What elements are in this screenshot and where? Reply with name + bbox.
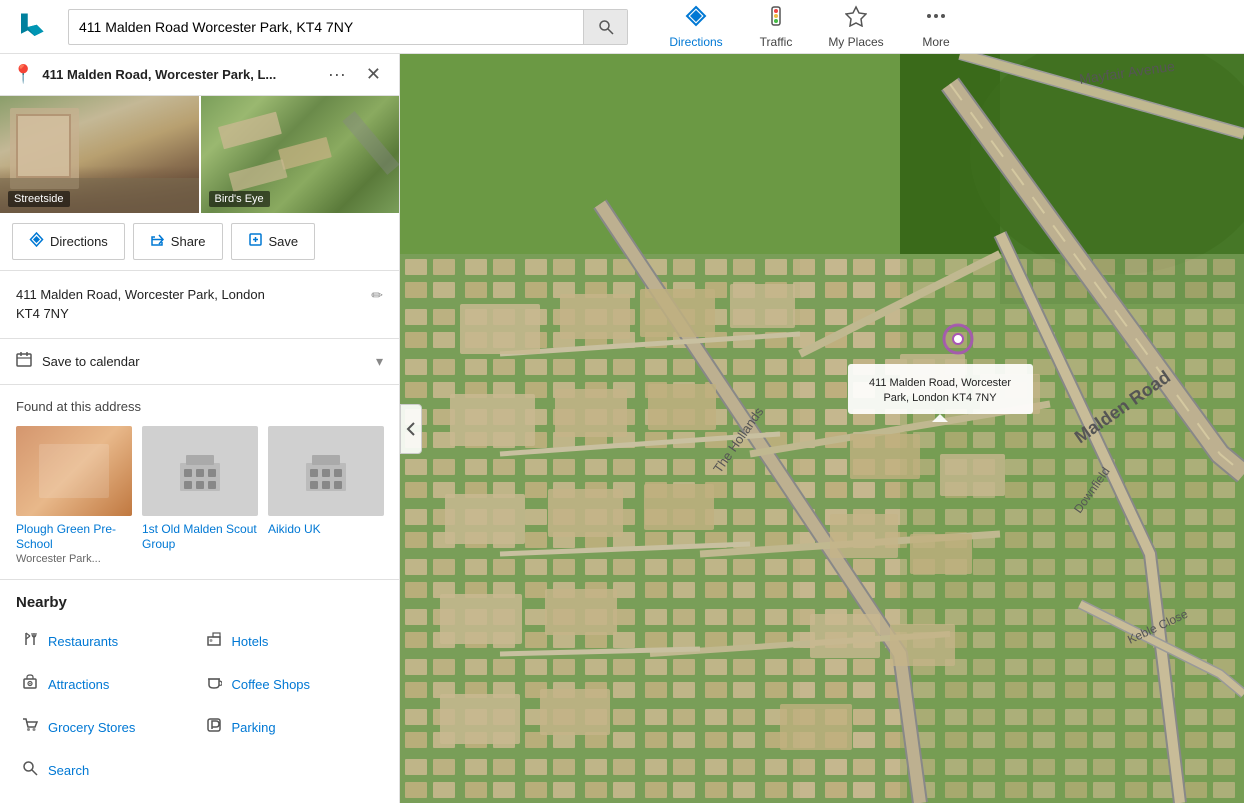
parking-icon (204, 717, 224, 738)
address-line1: 411 Malden Road, Worcester Park, London (16, 287, 265, 302)
search-input[interactable] (69, 19, 583, 35)
grocery-icon (20, 717, 40, 738)
address-line2: KT4 7NY (16, 306, 69, 321)
nearby-item-search[interactable]: Search (16, 752, 200, 789)
nearby-restaurants-label: Restaurants (48, 634, 118, 649)
address-row: 411 Malden Road, Worcester Park, London … (0, 271, 399, 339)
map-roads-svg: Malden Road The Hollands Downfield Keble… (400, 54, 1244, 803)
edit-icon[interactable]: ✏ (371, 287, 383, 304)
location-pin-icon: 📍 (12, 64, 34, 85)
nav-item-traffic[interactable]: Traffic (736, 0, 816, 54)
found-item-plough-green[interactable]: Plough Green Pre-School Worcester Park..… (16, 426, 132, 565)
more-icon (925, 5, 947, 33)
nav-item-directions[interactable]: Directions (656, 0, 736, 54)
nearby-attractions-label: Attractions (48, 677, 109, 692)
location-close-button[interactable]: ✕ (360, 62, 387, 87)
nav-label-more: More (922, 35, 949, 49)
directions-btn-label: Directions (50, 234, 108, 249)
nearby-grocery-label: Grocery Stores (48, 720, 135, 735)
nav-item-my-places[interactable]: My Places (816, 0, 896, 54)
birds-eye-photo[interactable]: Bird's Eye (199, 96, 400, 213)
calendar-row[interactable]: Save to calendar ▾ (0, 339, 399, 385)
calendar-icon (16, 351, 32, 372)
birds-eye-label: Bird's Eye (209, 191, 270, 207)
nearby-title: Nearby (16, 594, 383, 611)
svg-text:Park, London KT4 7NY: Park, London KT4 7NY (883, 392, 997, 404)
directions-button[interactable]: Directions (12, 223, 125, 260)
search-button[interactable] (583, 10, 627, 44)
share-btn-icon (150, 232, 165, 251)
found-item-name-aikido: Aikido UK (268, 522, 321, 538)
nearby-item-parking[interactable]: Parking (200, 709, 384, 746)
search-icon (20, 760, 40, 781)
attractions-icon (20, 674, 40, 695)
directions-icon (685, 5, 707, 33)
share-btn-label: Share (171, 234, 206, 249)
nav-items: Directions Traffic My Places More (656, 0, 976, 54)
collapse-sidebar-button[interactable] (400, 404, 422, 454)
found-item-img-old-malden (142, 426, 258, 516)
restaurants-icon (20, 631, 40, 652)
nearby-section: Nearby Restaurants Hotels (0, 580, 399, 803)
directions-btn-icon (29, 232, 44, 251)
coffee-icon (204, 674, 224, 695)
streetside-label: Streetside (8, 191, 70, 207)
topbar: Directions Traffic My Places More (0, 0, 1244, 54)
streetside-photo[interactable]: Streetside (0, 96, 199, 213)
nav-label-traffic: Traffic (760, 35, 793, 49)
nearby-coffee-label: Coffee Shops (232, 677, 311, 692)
save-btn-icon (248, 232, 263, 251)
my-places-icon (845, 5, 867, 33)
nearby-parking-label: Parking (232, 720, 276, 735)
sidebar: 📍 411 Malden Road, Worcester Park, L... … (0, 54, 400, 803)
nav-item-more[interactable]: More (896, 0, 976, 54)
nav-label-my-places: My Places (828, 35, 883, 49)
nearby-item-restaurants[interactable]: Restaurants (16, 623, 200, 660)
found-item-name-plough-green: Plough Green Pre-School (16, 522, 132, 553)
found-item-name-old-malden: 1st Old Malden Scout Group (142, 522, 258, 553)
found-items: Plough Green Pre-School Worcester Park..… (16, 426, 383, 565)
found-item-aikido[interactable]: Aikido UK (268, 426, 384, 565)
save-button[interactable]: Save (231, 223, 316, 260)
photos-row: Streetside Bird's Eye (0, 96, 399, 213)
found-item-img-plough-green (16, 426, 132, 516)
search-bar (68, 9, 628, 45)
nearby-hotels-label: Hotels (232, 634, 269, 649)
save-btn-label: Save (269, 234, 299, 249)
nearby-grid: Restaurants Hotels Attractions (16, 623, 383, 789)
nav-label-directions: Directions (669, 35, 722, 49)
building-placeholder-old-malden (142, 426, 258, 516)
address-text: 411 Malden Road, Worcester Park, London … (16, 285, 363, 324)
hotels-icon (204, 631, 224, 652)
calendar-text: Save to calendar (42, 354, 376, 369)
traffic-icon (765, 5, 787, 33)
map-background: Malden Road The Hollands Downfield Keble… (400, 54, 1244, 803)
nearby-item-attractions[interactable]: Attractions (16, 666, 200, 703)
nearby-item-hotels[interactable]: Hotels (200, 623, 384, 660)
found-item-img-aikido (268, 426, 384, 516)
location-title: 411 Malden Road, Worcester Park, L... (42, 67, 314, 82)
found-section: Found at this address Plough Green Pre-S… (0, 385, 399, 580)
map-area[interactable]: Malden Road The Hollands Downfield Keble… (400, 54, 1244, 803)
nearby-search-label: Search (48, 763, 89, 778)
found-item-sub-plough-green: Worcester Park... (16, 553, 101, 565)
share-button[interactable]: Share (133, 223, 223, 260)
actions-row: Directions Share Save (0, 213, 399, 271)
found-item-old-malden[interactable]: 1st Old Malden Scout Group (142, 426, 258, 565)
main-area: 📍 411 Malden Road, Worcester Park, L... … (0, 54, 1244, 803)
bing-logo (0, 9, 60, 45)
location-more-button[interactable]: ··· (322, 62, 352, 87)
found-title: Found at this address (16, 399, 383, 414)
building-placeholder-aikido (268, 426, 384, 516)
location-header: 📍 411 Malden Road, Worcester Park, L... … (0, 54, 399, 96)
nearby-item-grocery[interactable]: Grocery Stores (16, 709, 200, 746)
nearby-item-coffee[interactable]: Coffee Shops (200, 666, 384, 703)
svg-text:411 Malden Road, Worcester: 411 Malden Road, Worcester (869, 377, 1011, 389)
calendar-chevron-icon: ▾ (376, 353, 383, 370)
